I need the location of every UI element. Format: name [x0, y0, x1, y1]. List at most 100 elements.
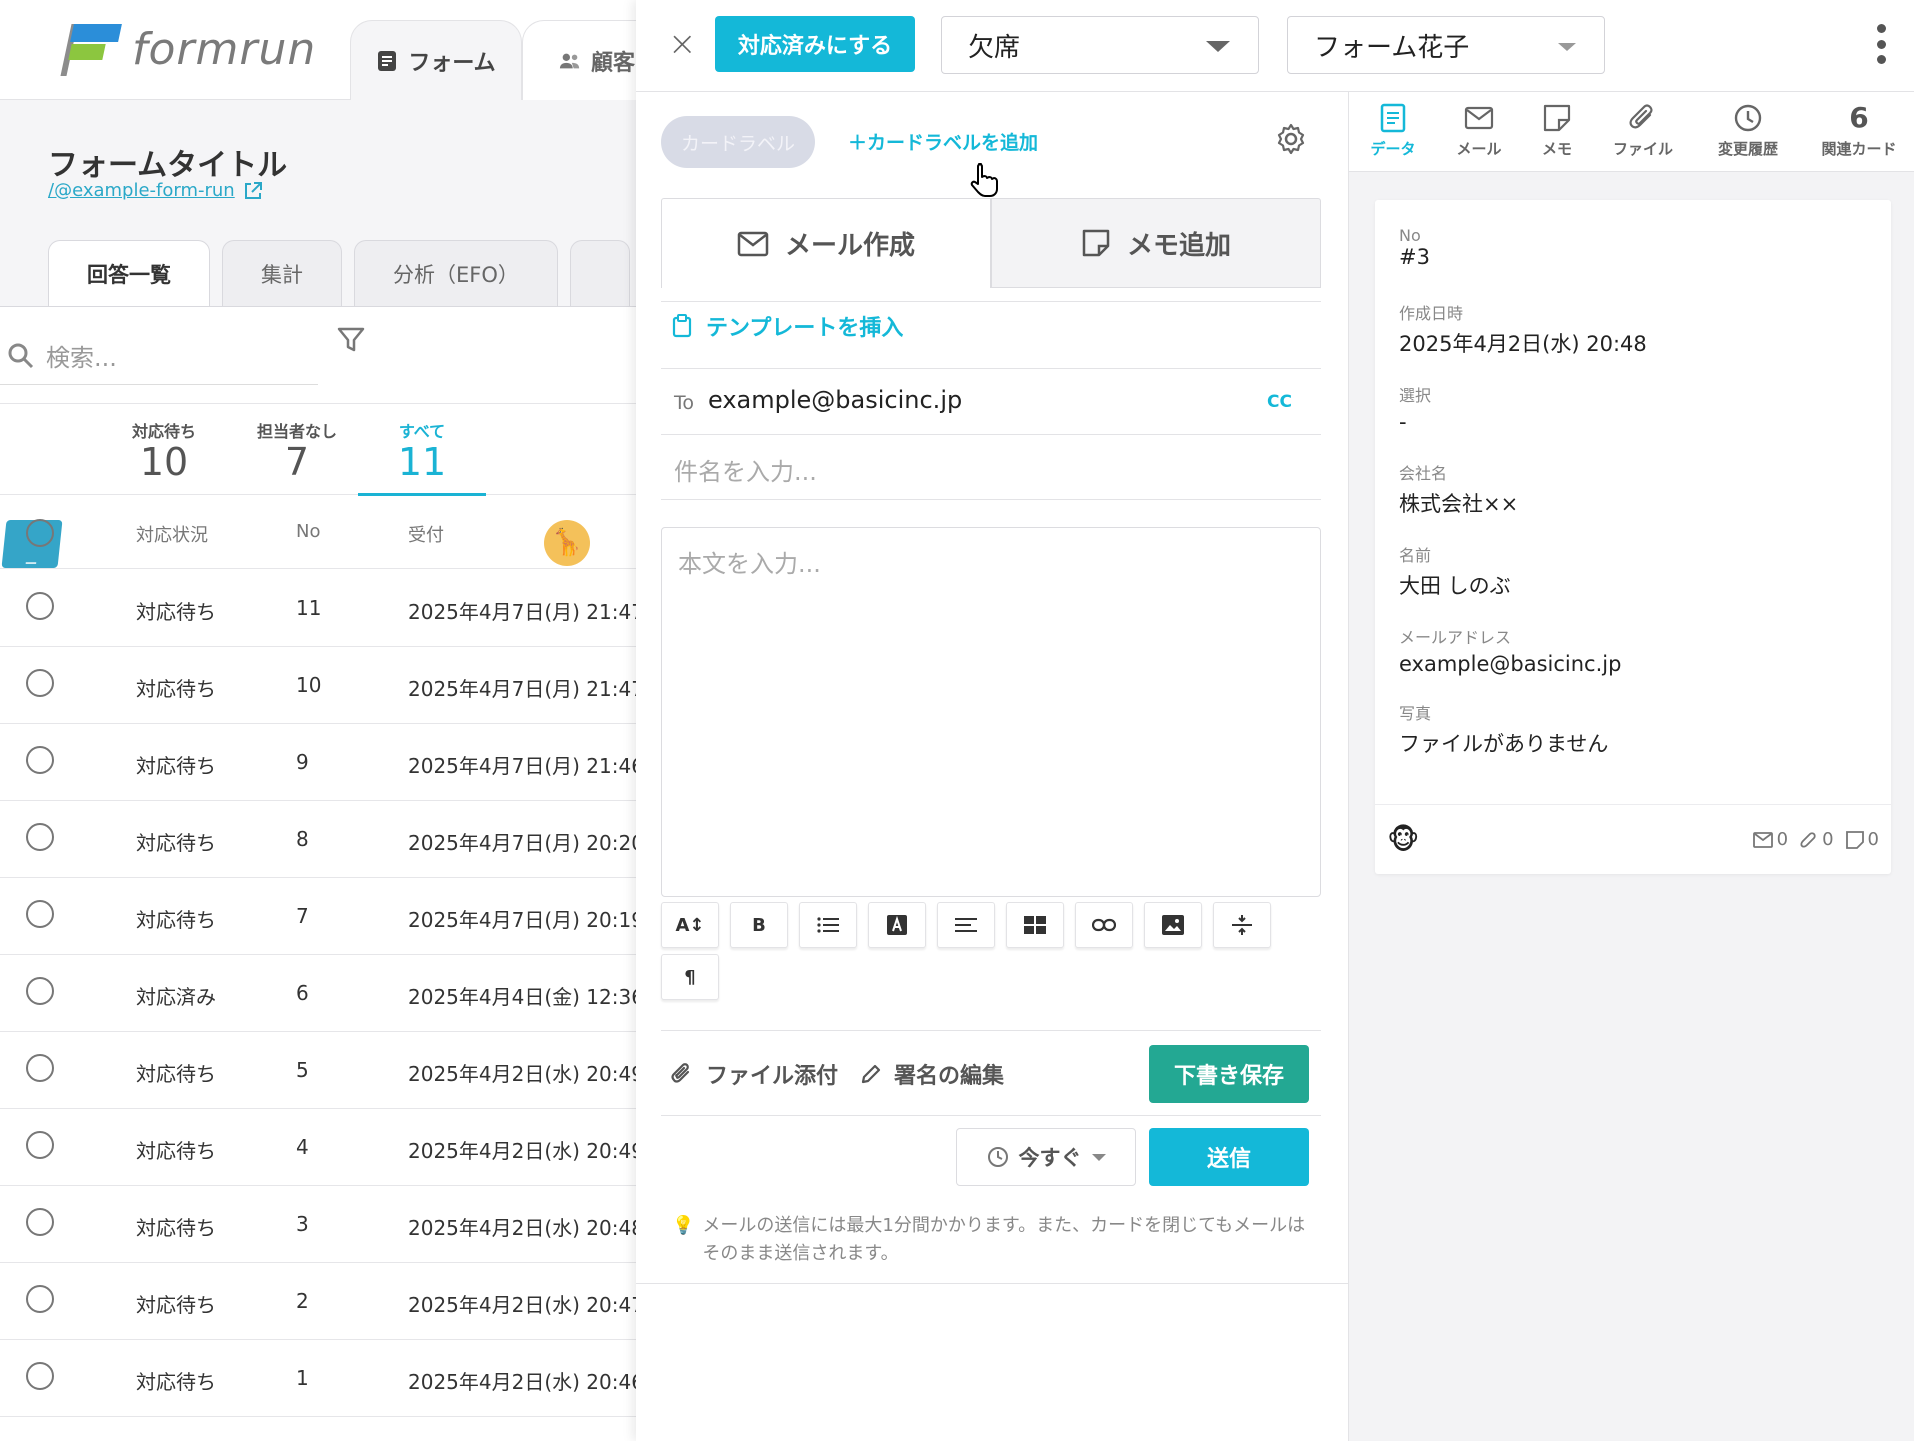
table-row[interactable]: 対応待ち 4 2025年4月2日(水) 20:49 — [0, 1109, 640, 1186]
attach-file-button[interactable]: ファイル添付 — [670, 1058, 838, 1090]
mail-icon — [1752, 831, 1773, 848]
count-all[interactable]: すべて 11 — [358, 418, 486, 482]
row-select-radio[interactable] — [26, 1054, 54, 1082]
card-label-chip[interactable]: カードラベル — [661, 116, 815, 168]
divider — [661, 368, 1321, 369]
header-no[interactable]: No — [296, 521, 320, 542]
row-no: 4 — [296, 1135, 309, 1159]
cc-toggle[interactable]: CC — [1267, 392, 1292, 412]
row-status: 対応待ち — [136, 600, 216, 624]
row-no: 7 — [296, 904, 309, 928]
row-select-radio[interactable] — [26, 977, 54, 1005]
row-received-date: 2025年4月2日(水) 20:48 — [408, 1216, 640, 1240]
monkey-avatar[interactable]: 🐵 — [1387, 823, 1419, 856]
tab-history-label: 変更履歴 — [1717, 140, 1778, 158]
table-row[interactable]: 対応待ち 7 2025年4月7日(月) 20:19 — [0, 878, 640, 955]
table-row[interactable]: 対応待ち 10 2025年4月7日(月) 21:47 — [0, 647, 640, 724]
tab-data[interactable]: データ — [1353, 98, 1433, 159]
add-card-label-link[interactable]: ＋カードラベルを追加 — [848, 128, 1038, 155]
row-no: 11 — [296, 596, 322, 620]
field-key: No — [1399, 226, 1421, 245]
table-row[interactable]: 対応待ち 11 2025年4月7日(月) 21:47 — [0, 570, 640, 647]
body-textarea[interactable]: 本文を入力... — [661, 527, 1321, 897]
nav-tab-form[interactable]: フォーム — [350, 20, 522, 100]
row-select-radio[interactable] — [26, 669, 54, 697]
row-select-radio[interactable] — [26, 1362, 54, 1390]
row-select-radio[interactable] — [26, 900, 54, 928]
related-cards-count: 6 — [1849, 101, 1869, 134]
table-row[interactable]: 対応済み 6 2025年4月4日(金) 12:36 — [0, 955, 640, 1032]
search-input[interactable]: 検索... — [0, 327, 318, 385]
file-count-value: 0 — [1822, 829, 1834, 850]
row-select-radio[interactable] — [26, 592, 54, 620]
select-all-radio[interactable] — [26, 519, 54, 547]
table-row[interactable]: 対応待ち 9 2025年4月7日(月) 21:46 — [0, 724, 640, 801]
tab-add-memo[interactable]: メモ追加 — [991, 198, 1321, 288]
row-status: 対応待ち — [136, 1293, 216, 1317]
table-row[interactable]: 対応待ち 8 2025年4月7日(月) 20:20 — [0, 801, 640, 878]
tab-memo[interactable]: メモ — [1517, 98, 1597, 159]
table-row[interactable]: 対応待ち 1 2025年4月2日(水) 20:46 — [0, 1340, 640, 1417]
assignee-select[interactable]: フォーム花子 — [1287, 16, 1605, 74]
sub-tab-responses[interactable]: 回答一覧 — [48, 240, 210, 306]
font-size-button[interactable]: A↕ — [661, 902, 719, 948]
form-icon — [378, 50, 397, 71]
sub-tab-summary[interactable]: 集計 — [222, 240, 342, 306]
divider-button[interactable] — [1213, 902, 1271, 948]
formrun-logo[interactable]: formrun — [60, 22, 317, 76]
row-select-radio[interactable] — [26, 823, 54, 851]
edit-signature-button[interactable]: 署名の編集 — [860, 1058, 1004, 1090]
card-stats: 0 0 0 — [1752, 829, 1879, 850]
image-button[interactable] — [1144, 902, 1202, 948]
row-select-radio[interactable] — [26, 746, 54, 774]
count-pending[interactable]: 対応待ち 10 — [104, 418, 224, 482]
logo-text: formrun — [132, 23, 317, 75]
attach-file-label: ファイル添付 — [706, 1064, 839, 1089]
save-draft-button[interactable]: 下書き保存 — [1149, 1045, 1309, 1103]
send-button[interactable]: 送信 — [1149, 1128, 1309, 1186]
field-value[interactable]: example@basicinc.jp — [1399, 652, 1621, 676]
bullet-list-button[interactable] — [799, 902, 857, 948]
mark-done-button[interactable]: 対応済みにする — [715, 16, 915, 72]
text-color-button[interactable] — [868, 902, 926, 948]
top-nav: formrun フォーム 顧客 — [0, 0, 640, 100]
nav-tab-customers[interactable]: 顧客 — [522, 20, 640, 100]
row-select-radio[interactable] — [26, 1208, 54, 1236]
table-row[interactable]: 対応待ち 2 2025年4月2日(水) 20:47 — [0, 1263, 640, 1340]
sub-tab-more[interactable] — [569, 240, 630, 306]
to-field[interactable]: example@basicinc.jp — [708, 386, 962, 414]
filter-icon[interactable] — [336, 325, 366, 355]
tab-file[interactable]: ファイル — [1603, 98, 1683, 159]
header-received[interactable]: 受付 — [408, 521, 444, 547]
bold-button[interactable]: B — [730, 902, 788, 948]
sub-tab-analysis[interactable]: 分析（EFO） — [354, 240, 558, 306]
tab-compose-mail[interactable]: メール作成 — [661, 198, 991, 288]
form-link[interactable]: /@example-form-run — [48, 180, 263, 201]
gear-icon[interactable] — [1274, 122, 1308, 156]
paragraph-button[interactable]: ¶ — [661, 954, 719, 1000]
table-row[interactable]: 対応待ち 5 2025年4月2日(水) 20:49 — [0, 1032, 640, 1109]
compose-area: カードラベル ＋カードラベルを追加 メール作成 メモ追加 テンプレートを挿入 T… — [636, 92, 1348, 1441]
insert-template-button[interactable]: テンプレートを挿入 — [672, 310, 903, 342]
link-button[interactable] — [1075, 902, 1133, 948]
tab-history[interactable]: 変更履歴 — [1703, 98, 1793, 159]
more-menu-icon[interactable] — [1876, 24, 1886, 64]
field-key: 選択 — [1399, 386, 1432, 405]
field-key: 作成日時 — [1399, 304, 1464, 323]
send-timing-select[interactable]: 今すぐ — [956, 1128, 1136, 1186]
row-select-radio[interactable] — [26, 1285, 54, 1313]
align-button[interactable] — [937, 902, 995, 948]
table-button[interactable] — [1006, 902, 1064, 948]
row-select-radio[interactable] — [26, 1131, 54, 1159]
header-status[interactable]: 対応状況 — [136, 521, 208, 547]
row-received-date: 2025年4月7日(月) 21:47 — [408, 677, 640, 701]
count-unassigned[interactable]: 担当者なし 7 — [232, 418, 362, 482]
tab-mail[interactable]: メール — [1439, 98, 1519, 159]
tab-related-cards[interactable]: 6 関連カード — [1809, 98, 1909, 159]
table-row[interactable]: 対応待ち 3 2025年4月2日(水) 20:48 — [0, 1186, 640, 1263]
status-select[interactable]: 欠席 — [941, 16, 1259, 74]
close-button[interactable]: × — [668, 24, 697, 64]
tab-data-label: データ — [1370, 140, 1416, 158]
subject-input[interactable]: 件名を入力... — [674, 452, 817, 487]
table-header: 対応状況 No 受付 — [0, 497, 640, 569]
